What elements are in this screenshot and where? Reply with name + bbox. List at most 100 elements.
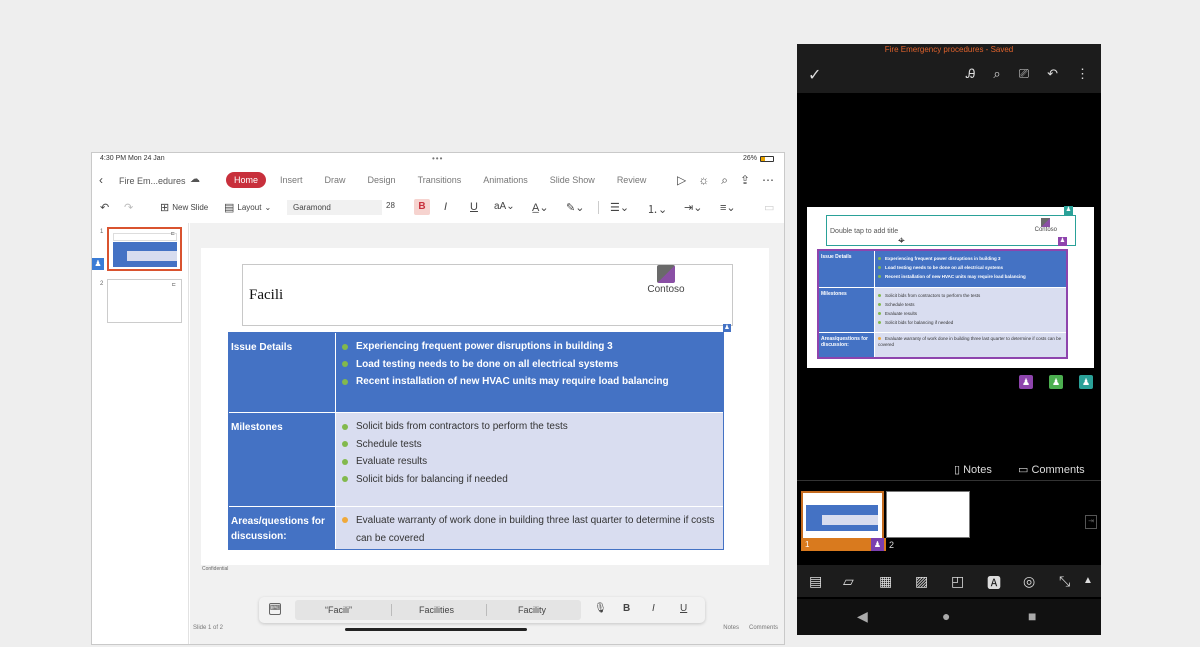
font-size-menu-icon[interactable]: aA⌄ [494, 201, 515, 212]
row-content[interactable]: Solicit bids from contractors to perform… [875, 288, 1066, 332]
tab-animations[interactable]: Animations [475, 172, 536, 188]
shapes-icon[interactable]: ◰ [951, 573, 964, 590]
nav-back-icon[interactable]: ◀ [857, 608, 868, 625]
comments-button[interactable]: Comments [749, 625, 778, 631]
underline-button[interactable]: U [470, 201, 478, 213]
table-row[interactable]: Areas/questions for discussion: Evaluate… [819, 333, 1066, 357]
keyboard-icon[interactable]: ⌨ [269, 603, 281, 615]
expand-up-icon[interactable]: ▲ [1083, 575, 1093, 586]
underline-key[interactable]: U [680, 603, 687, 614]
textbox-icon[interactable]: 🅰︎ [987, 573, 1001, 593]
search-icon[interactable]: ⌕ [993, 66, 1000, 82]
row-header: Milestones [229, 413, 336, 506]
slide-thumbnail-2[interactable]: ⊏ [107, 279, 182, 323]
search-icon[interactable]: ⌕ [721, 173, 728, 188]
table-row[interactable]: Milestones Solicit bids from contractors… [819, 288, 1066, 333]
suggestion-2[interactable]: Facilities [419, 605, 454, 615]
share-icon[interactable]: ⇪ [740, 173, 750, 188]
tab-slide-show[interactable]: Slide Show [542, 172, 603, 188]
nav-home-icon[interactable]: ● [942, 608, 950, 624]
overflow-icon[interactable]: ▭ [764, 201, 774, 214]
issue-table[interactable]: Issue Details Experiencing frequent powe… [228, 332, 724, 550]
home-indicator[interactable] [345, 628, 527, 631]
contoso-logo: Contoso [638, 265, 694, 295]
table-row[interactable]: Issue Details Experiencing frequent powe… [819, 251, 1066, 288]
redo-icon[interactable]: ↷ [124, 201, 133, 214]
more-vertical-icon[interactable]: ⋮ [1076, 66, 1089, 82]
phone-current-slide[interactable]: Double tap to add title Contoso ♟ ♟ ⌖ Is… [807, 206, 1094, 368]
slide-thumbnail-1[interactable]: ⊏ [107, 227, 182, 271]
collapse-icon[interactable]: ⤡ [1059, 573, 1070, 590]
notes-button[interactable]: ▯ Notes [954, 463, 992, 476]
done-check-icon[interactable]: ✓ [808, 65, 821, 85]
play-icon[interactable]: ▷ [677, 173, 686, 188]
tab-draw[interactable]: Draw [317, 172, 354, 188]
battery-icon [760, 155, 774, 162]
font-color-icon[interactable]: A̲⌄ [532, 201, 549, 214]
tab-insert[interactable]: Insert [272, 172, 311, 188]
phone-issue-table[interactable]: Issue Details Experiencing frequent powe… [817, 249, 1068, 359]
presence-teal-icon[interactable]: ♟ [1079, 375, 1093, 389]
new-slide-button[interactable]: ⊞ New Slide [160, 201, 208, 214]
suggestion-1[interactable]: “Facili” [325, 605, 352, 615]
suggestion-3[interactable]: Facility [518, 605, 546, 615]
slide-canvas[interactable]: Confidential Facili Contoso ♟ Issue Deta… [190, 223, 784, 644]
lightbulb-icon[interactable]: ☼ [698, 173, 709, 188]
comments-button[interactable]: ▭ Comments [1018, 463, 1085, 476]
scroll-handle-icon[interactable]: ⇥ [1085, 515, 1097, 529]
camera-icon[interactable]: ◎ [1023, 573, 1035, 590]
table-row[interactable]: Milestones Solicit bids from contractors… [229, 413, 723, 507]
undo-icon[interactable]: ↶ [1047, 66, 1058, 82]
current-slide[interactable]: Facili Contoso ♟ Issue Details Experienc… [201, 248, 769, 565]
title-placeholder-text[interactable]: Double tap to add title [830, 228, 898, 235]
microphone-icon[interactable]: 🎙︎ [594, 603, 607, 614]
italic-button[interactable]: I [444, 201, 447, 213]
notes-button[interactable]: Notes [723, 625, 739, 631]
presence-green-icon[interactable]: ♟ [1049, 375, 1063, 389]
picture-icon[interactable]: ▨ [915, 573, 928, 590]
new-comment-icon[interactable]: ▱ [843, 573, 854, 590]
more-icon[interactable]: ⋯ [762, 173, 774, 188]
bullets-icon[interactable]: ☰⌄ [610, 201, 629, 214]
font-name-field[interactable]: Garamond [287, 200, 382, 215]
table-row[interactable]: Issue Details Experiencing frequent powe… [229, 333, 723, 413]
phone-slide-thumbnail-2[interactable] [886, 491, 970, 538]
row-content[interactable]: Experiencing frequent power disruptions … [875, 251, 1066, 287]
bullet-text: Recent installation of new HVAC units ma… [356, 376, 669, 387]
indent-icon[interactable]: ⇥⌄ [684, 201, 702, 214]
present-icon[interactable]: ⎚ [1019, 66, 1029, 82]
table-row[interactable]: Areas/questions for discussion: Evaluate… [229, 507, 723, 549]
presence-purple-icon[interactable]: ♟ [1019, 375, 1033, 389]
nav-recents-icon[interactable]: ■ [1028, 608, 1036, 624]
row-header: Issue Details [819, 251, 875, 287]
layout-icon[interactable]: ▤ [809, 573, 822, 590]
highlight-icon[interactable]: ✎⌄ [566, 201, 584, 214]
undo-icon[interactable]: ↶ [100, 201, 109, 214]
phone-title-placeholder[interactable]: Double tap to add title Contoso [826, 215, 1076, 246]
bold-button[interactable]: B [414, 199, 430, 215]
slide-title[interactable]: Facili [249, 287, 283, 304]
multitask-dots[interactable]: ••• [432, 154, 443, 163]
row-content[interactable]: Experiencing frequent power disruptions … [336, 333, 723, 412]
numbering-icon[interactable]: ⒈⌄ [647, 201, 667, 217]
predictive-text-bar: ⌨ “Facili” Facilities Facility 🎙︎ B I U [259, 597, 705, 623]
file-name[interactable]: Fire Em...edures [119, 176, 186, 186]
tab-design[interactable]: Design [360, 172, 404, 188]
row-content[interactable]: Evaluate warranty of work done in buildi… [875, 333, 1066, 357]
tab-transitions[interactable]: Transitions [410, 172, 470, 188]
row-content[interactable]: Solicit bids from contractors to perform… [336, 413, 723, 506]
back-chevron-icon[interactable]: ‹ [99, 173, 103, 187]
title-placeholder[interactable]: Facili Contoso [242, 264, 733, 326]
align-icon[interactable]: ≡⌄ [720, 201, 736, 214]
format-icon[interactable]: Ꭿ [966, 66, 975, 82]
bullet-dot [342, 458, 348, 465]
table-icon[interactable]: ▦ [879, 573, 892, 590]
italic-key[interactable]: I [652, 603, 655, 614]
tab-review[interactable]: Review [609, 172, 655, 188]
font-size-field[interactable]: 28 [386, 201, 395, 210]
tab-home[interactable]: Home [226, 172, 267, 188]
bold-key[interactable]: B [623, 603, 630, 614]
row-content[interactable]: Evaluate warranty of work done in buildi… [336, 507, 723, 549]
phone-slide-thumbnail-1[interactable]: 1 ♟ [801, 491, 886, 551]
layout-button[interactable]: ▤ Layout ⌄ [224, 201, 271, 214]
